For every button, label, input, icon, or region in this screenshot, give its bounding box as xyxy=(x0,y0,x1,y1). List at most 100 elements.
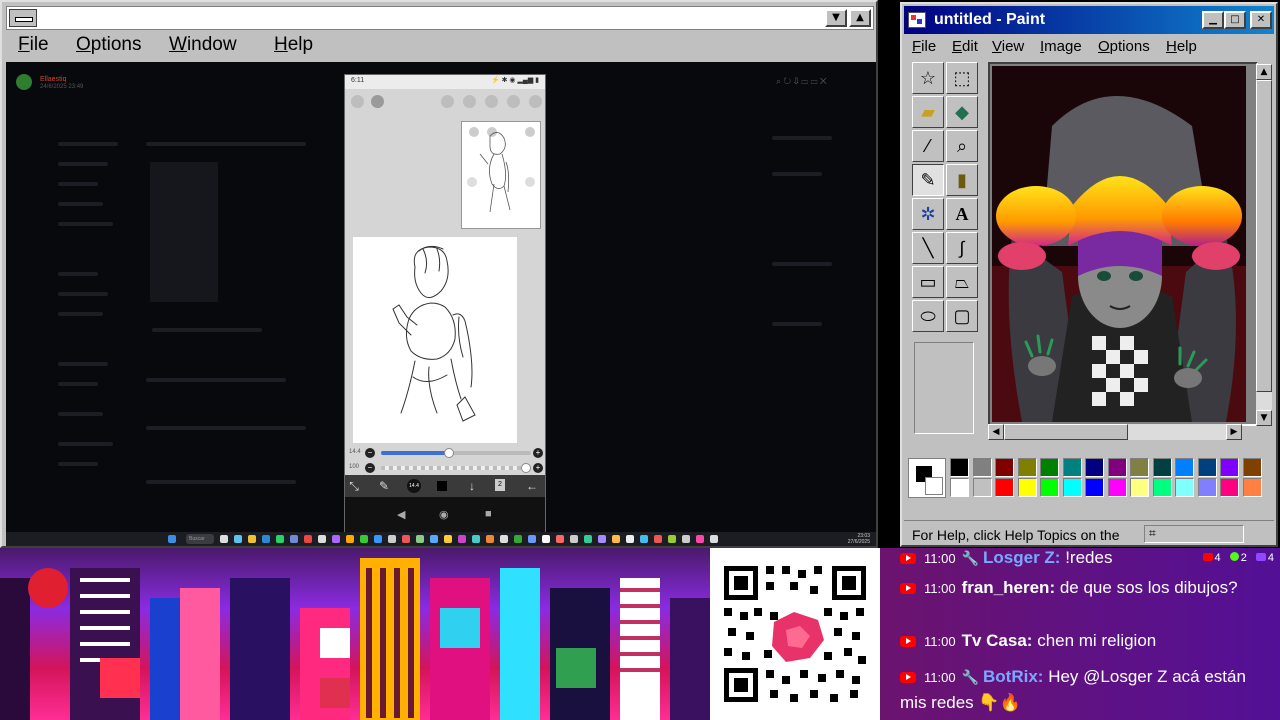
menu-window[interactable]: Window xyxy=(169,34,237,56)
palette-swatch[interactable] xyxy=(1242,478,1262,497)
vertical-scroll-thumb[interactable] xyxy=(1256,80,1272,392)
horizontal-scrollbar[interactable]: ◀ ▶ xyxy=(988,424,1242,440)
download-icon[interactable]: ↓ xyxy=(465,479,479,493)
taskbar-app-icon[interactable] xyxy=(346,535,354,543)
taskbar-app-icon[interactable] xyxy=(388,535,396,543)
layers-icon[interactable] xyxy=(441,95,454,108)
pencil-tool[interactable]: ✎ xyxy=(912,164,944,196)
taskbar-app-icon[interactable] xyxy=(486,535,494,543)
taskbar-app-icon[interactable] xyxy=(304,535,312,543)
paint-menu-help[interactable]: Help xyxy=(1166,38,1197,55)
taskbar-app-icon[interactable] xyxy=(710,535,718,543)
taskbar-app-icon[interactable] xyxy=(360,535,368,543)
transform-tool-icon[interactable]: ⤡ xyxy=(347,479,361,493)
undo-icon[interactable] xyxy=(351,95,364,108)
taskbar-app-icon[interactable] xyxy=(472,535,480,543)
pen-settings-icon[interactable] xyxy=(507,95,520,108)
palette-swatch[interactable] xyxy=(972,458,992,477)
palette-swatch[interactable] xyxy=(995,478,1014,497)
eraser-tool[interactable]: ▰ xyxy=(912,96,944,128)
free-select-tool[interactable]: ☆ xyxy=(912,62,944,94)
paint-menu-file[interactable]: File xyxy=(912,38,936,55)
scroll-down-button[interactable]: ▼ xyxy=(1256,410,1272,426)
magnifier-tool[interactable]: ⌕ xyxy=(946,130,978,162)
taskbar-app-icon[interactable] xyxy=(668,535,676,543)
brush-tool[interactable]: ▮ xyxy=(946,164,978,196)
layer-count-icon[interactable]: 2 xyxy=(495,479,505,491)
fill-tool[interactable]: ◆ xyxy=(946,96,978,128)
palette-swatch[interactable] xyxy=(1085,458,1104,477)
size-decrease-button[interactable]: − xyxy=(365,448,375,458)
brush-size-slider[interactable] xyxy=(381,448,531,458)
palette-swatch[interactable] xyxy=(1175,458,1194,477)
palette-swatch[interactable] xyxy=(1220,458,1239,477)
palette-swatch[interactable] xyxy=(1040,458,1059,477)
opacity-decrease-button[interactable]: − xyxy=(365,463,375,473)
transform-icon[interactable] xyxy=(485,95,498,108)
paint-title-bar[interactable]: untitled - Paint ▁ □ ✕ xyxy=(904,6,1274,34)
size-increase-button[interactable]: + xyxy=(533,448,543,458)
menu-options[interactable]: Options xyxy=(76,34,141,56)
capture-window-controls[interactable]: ⌕ ↻ ⇩ ▭ ▭ ✕ xyxy=(776,76,827,87)
taskbar-app-icon[interactable] xyxy=(612,535,620,543)
drawing-canvas[interactable] xyxy=(353,237,517,443)
polygon-tool[interactable]: ⏢ xyxy=(946,266,978,298)
nav-back-icon[interactable]: ◀ xyxy=(397,508,405,521)
taskbar-app-icon[interactable] xyxy=(542,535,550,543)
color-picker-tool[interactable]: ⁄ xyxy=(912,130,944,162)
paint-menu-edit[interactable]: Edit xyxy=(952,38,978,55)
scroll-up-button[interactable]: ▲ xyxy=(1256,64,1272,80)
vertical-scrollbar[interactable]: ▲ ▼ xyxy=(1256,64,1272,426)
taskbar-app-icon[interactable] xyxy=(430,535,438,543)
rect-select-tool[interactable]: ⬚ xyxy=(946,62,978,94)
taskbar-app-icon[interactable] xyxy=(556,535,564,543)
airbrush-tool[interactable]: ✲ xyxy=(912,198,944,230)
palette-swatch[interactable] xyxy=(1107,458,1127,477)
paint-maximize-button[interactable]: □ xyxy=(1224,11,1246,29)
palette-swatch[interactable] xyxy=(1220,478,1239,497)
palette-swatch[interactable] xyxy=(1062,458,1082,477)
redo-icon[interactable] xyxy=(371,95,384,108)
taskbar-app-icon[interactable] xyxy=(598,535,606,543)
brush-size-indicator[interactable]: 14.4 xyxy=(407,479,421,493)
taskbar-app-icon[interactable] xyxy=(374,535,382,543)
paint-picture[interactable] xyxy=(992,66,1246,422)
taskbar-app-icon[interactable] xyxy=(234,535,242,543)
navigator-preview[interactable] xyxy=(461,121,541,229)
paint-minimize-button[interactable]: ▁ xyxy=(1202,11,1224,29)
taskbar-app-icon[interactable] xyxy=(444,535,452,543)
palette-swatch[interactable] xyxy=(972,478,992,497)
palette-swatch[interactable] xyxy=(1130,478,1149,497)
color-swatch-icon[interactable] xyxy=(437,481,447,491)
taskbar-app-icon[interactable] xyxy=(584,535,592,543)
menu-help[interactable]: Help xyxy=(274,34,313,56)
taskbar-clock[interactable]: 23:03 27/6/2025 xyxy=(848,533,870,545)
taskbar-app-icon[interactable] xyxy=(248,535,256,543)
taskbar-app-icon[interactable] xyxy=(696,535,704,543)
taskbar-app-icon[interactable] xyxy=(640,535,648,543)
palette-swatch[interactable] xyxy=(1242,458,1262,477)
taskbar-app-icon[interactable] xyxy=(570,535,578,543)
curve-tool[interactable]: ∫ xyxy=(946,232,978,264)
palette-swatch[interactable] xyxy=(1040,478,1059,497)
palette-swatch[interactable] xyxy=(1197,478,1217,497)
opacity-knob[interactable] xyxy=(521,463,531,473)
paint-menu-view[interactable]: View xyxy=(992,38,1024,55)
image-icon[interactable] xyxy=(529,95,542,108)
taskbar-app-icon[interactable] xyxy=(626,535,634,543)
current-colors[interactable] xyxy=(908,458,946,498)
system-menu-button[interactable] xyxy=(9,9,37,27)
palette-swatch[interactable] xyxy=(950,458,969,477)
opacity-increase-button[interactable]: + xyxy=(533,463,543,473)
taskbar-app-icon[interactable] xyxy=(276,535,284,543)
rounded-rect-tool[interactable]: ▢ xyxy=(946,300,978,332)
minimize-button[interactable]: ▼ xyxy=(825,9,847,27)
nav-home-icon[interactable]: ◉ xyxy=(439,508,449,521)
start-icon[interactable] xyxy=(168,535,176,543)
window-title-bar[interactable]: ▼ ▲ xyxy=(6,6,874,30)
qr-code-panel[interactable] xyxy=(710,548,880,720)
taskbar-search[interactable]: Buscar xyxy=(186,534,214,544)
taskbar-app-icon[interactable] xyxy=(290,535,298,543)
palette-swatch[interactable] xyxy=(995,458,1014,477)
taskbar-app-icon[interactable] xyxy=(500,535,508,543)
